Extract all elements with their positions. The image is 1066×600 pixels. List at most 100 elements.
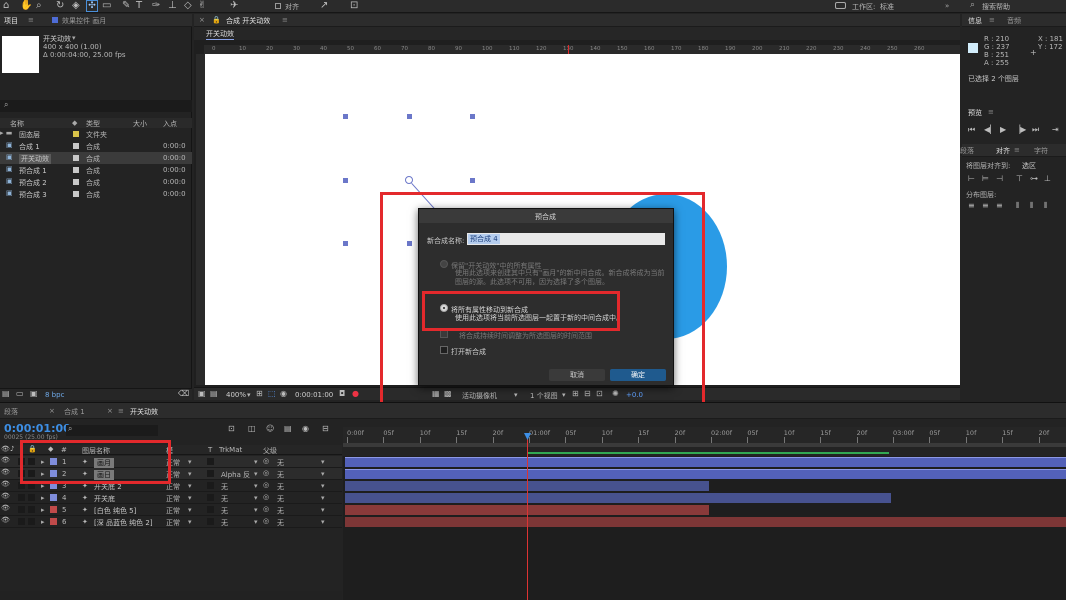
shy-layers-icon[interactable]: ☺ [266, 423, 274, 435]
align-right-icon[interactable]: ⊣ [996, 173, 1003, 185]
layer-trkmat[interactable]: Alpha 反 [221, 470, 250, 480]
visibility-eye-icon[interactable]: 👁 [1, 468, 10, 476]
distribute-left-icon[interactable]: ⦀ [1016, 200, 1020, 212]
layer-parent[interactable]: 无 [277, 494, 284, 504]
align-top-icon[interactable]: ⊤ [1016, 173, 1023, 185]
close-icon[interactable]: × [199, 16, 205, 24]
layer-duration-bar[interactable] [345, 469, 1066, 479]
label-color-swatch[interactable] [73, 155, 79, 161]
tab-audio[interactable]: 音频 [1007, 16, 1021, 26]
camera-icon[interactable]: ◘ [339, 388, 345, 400]
lock-box[interactable] [28, 494, 35, 501]
layer-row[interactable]: 👁 ▸ 4 ✦ 开关底 正常 ▾ 无 ▾ ◎ 无 ▾ [0, 492, 342, 504]
parent-dropdown-icon[interactable]: ▾ [321, 518, 325, 526]
search-help-icon[interactable]: ⌕ [970, 0, 975, 10]
info-menu-icon[interactable]: ≡ [989, 16, 995, 24]
interpret-footage-icon[interactable]: ▤ [2, 388, 10, 400]
visibility-eye-icon[interactable]: 👁 [1, 516, 10, 524]
brush-tool-icon[interactable]: ✑ [152, 0, 160, 12]
project-list-item[interactable]: ▣ 预合成 3 合成 0:00:0 [0, 188, 192, 200]
label-color-swatch[interactable] [73, 191, 79, 197]
first-frame-icon[interactable]: ⏮ [968, 124, 975, 136]
camera-tool-icon[interactable]: ◈ [72, 0, 80, 12]
layer-parent[interactable]: 无 [277, 482, 284, 492]
tab-paragraph[interactable]: 段落 [960, 146, 974, 156]
parent-dropdown-icon[interactable]: ▾ [321, 506, 325, 514]
parent-dropdown-icon[interactable]: ▾ [321, 482, 325, 490]
transform-handle[interactable] [470, 178, 475, 183]
preserve-transparency-box[interactable] [207, 518, 214, 525]
transform-handle[interactable] [343, 178, 348, 183]
label-color-swatch[interactable] [73, 179, 79, 185]
mode-dropdown-icon[interactable]: ▾ [188, 482, 192, 490]
transform-handle[interactable] [407, 114, 412, 119]
pen-tool-icon[interactable]: ✎ [122, 0, 130, 12]
layer-label-swatch[interactable] [50, 518, 57, 525]
work-area-bar[interactable] [343, 443, 1066, 447]
mode-dropdown-icon[interactable]: ▾ [188, 470, 192, 478]
trkmat-dropdown-icon[interactable]: ▾ [254, 518, 258, 526]
layer-name[interactable]: 开关底 [94, 494, 115, 504]
project-list-item[interactable]: ▣ 预合成 1 合成 0:00:0 [0, 164, 192, 176]
lock-box[interactable] [28, 518, 35, 525]
timeline-search[interactable]: ⌕ [66, 424, 158, 436]
layer-label-swatch[interactable] [50, 506, 57, 513]
snap-icon[interactable]: ↗ [320, 0, 328, 12]
region-icon[interactable]: ⬚ [268, 388, 276, 400]
rotate-tool-icon[interactable]: ↻ [56, 0, 64, 12]
align-vcenter-icon[interactable]: ⊶ [1030, 173, 1038, 185]
transform-handle[interactable] [343, 241, 348, 246]
layer-name[interactable]: [白色 纯色 5] [94, 506, 136, 516]
tab-align[interactable]: 对齐 [996, 146, 1010, 156]
tab-effects-controls[interactable]: 效果控件 画月 [62, 16, 106, 26]
bpc-label[interactable]: 8 bpc [45, 391, 64, 399]
new-comp-icon[interactable]: ▣ [30, 388, 38, 400]
solo-box[interactable] [18, 518, 25, 525]
motion-blur-icon[interactable]: ◉ [302, 423, 309, 435]
tab-close-icon[interactable]: × [49, 407, 55, 415]
layer-trkmat[interactable]: 无 [221, 518, 228, 528]
distribute-vcenter-icon[interactable]: ≡ [982, 200, 989, 212]
project-item-dropdown-icon[interactable]: ▾ [72, 34, 76, 42]
new-folder-icon[interactable]: ▭ [16, 388, 24, 400]
layer-row[interactable]: 👁 ▸ 6 ✦ [深 品蓝色 纯色 2] 正常 ▾ 无 ▾ ◎ 无 ▾ [0, 516, 342, 528]
tab-menu-icon[interactable]: ≡ [118, 407, 124, 415]
pickwhip-icon[interactable]: ◎ [263, 457, 269, 465]
comp-subtab[interactable]: 开关动效 [206, 29, 234, 40]
layer-mode[interactable]: 正常 [166, 494, 180, 504]
comp-timecode[interactable]: 0:00:01:00 [295, 391, 333, 399]
tab-character[interactable]: 字符 [1034, 146, 1048, 156]
vr-icon[interactable] [835, 2, 846, 9]
tab-timeline-active[interactable]: 开关动效 [130, 407, 158, 417]
snapshot-icon[interactable]: ▣ [198, 388, 206, 400]
lock-box[interactable] [28, 506, 35, 513]
layer-parent[interactable]: 无 [277, 470, 284, 480]
mode-dropdown-icon[interactable]: ▾ [188, 506, 192, 514]
label-color-swatch[interactable] [73, 143, 79, 149]
zoom-select[interactable]: 400% [226, 391, 246, 399]
layer-label-swatch[interactable] [50, 494, 57, 501]
tab-project[interactable]: 项目 [4, 16, 18, 26]
distribute-right-icon[interactable]: ⦀ [1044, 200, 1048, 212]
play-icon[interactable]: ▶ [1000, 124, 1006, 136]
expand-arrow-icon[interactable]: ▸ [41, 518, 45, 526]
trkmat-dropdown-icon[interactable]: ▾ [254, 494, 258, 502]
mask-icon[interactable]: ▤ [210, 388, 218, 400]
playhead[interactable] [524, 433, 531, 600]
lock-icon[interactable]: 🔒 [212, 16, 221, 24]
label-color-swatch[interactable] [73, 167, 79, 173]
layer-duration-bar[interactable] [345, 493, 891, 503]
expand-arrow-icon[interactable]: ▸ [41, 506, 45, 514]
preserve-transparency-box[interactable] [207, 470, 214, 477]
align-hcenter-icon[interactable]: ⊨ [982, 173, 989, 185]
prev-frame-icon[interactable]: ◀▏ [984, 124, 996, 136]
layer-row[interactable]: 👁 ▸ 5 ✦ [白色 纯色 5] 正常 ▾ 无 ▾ ◎ 无 ▾ [0, 504, 342, 516]
export-icon[interactable]: ⇥ [1052, 124, 1059, 136]
layer-parent[interactable]: 无 [277, 458, 284, 468]
comp-mini-flowchart-icon[interactable]: ⊡ [228, 423, 235, 435]
next-frame-icon[interactable]: ▕▶ [1014, 124, 1026, 136]
layer-trkmat[interactable]: 无 [221, 482, 228, 492]
trash-icon[interactable]: ⌫ [178, 388, 189, 400]
distribute-hcenter-icon[interactable]: ⦀ [1030, 200, 1034, 212]
hand-tool-icon[interactable]: ✋ [20, 0, 32, 12]
